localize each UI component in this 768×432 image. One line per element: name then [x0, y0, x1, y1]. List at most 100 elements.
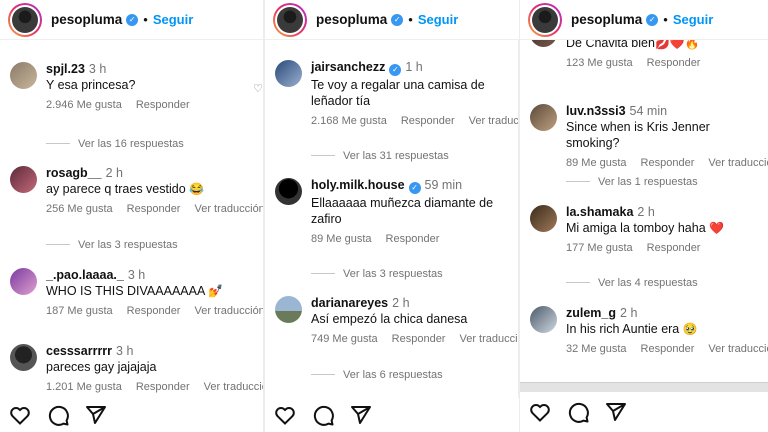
- horizontal-scrollbar[interactable]: [520, 382, 768, 392]
- view-replies-button[interactable]: Ver las 1 respuestas: [566, 176, 698, 188]
- action-bar: [520, 392, 768, 432]
- avatar[interactable]: [10, 166, 37, 193]
- likes-count[interactable]: 89 Me gusta: [311, 233, 372, 245]
- avatar[interactable]: [530, 104, 557, 131]
- profile-avatar[interactable]: [273, 2, 307, 37]
- profile-username[interactable]: pesopluma: [51, 12, 122, 27]
- avatar[interactable]: [530, 306, 557, 333]
- translate-button[interactable]: Ver traducción: [204, 381, 263, 393]
- translate-button[interactable]: Ver traducción: [708, 157, 768, 169]
- follow-button[interactable]: Seguir: [418, 12, 458, 27]
- laughing-emoji-icon: 😂: [189, 182, 205, 196]
- likes-count[interactable]: 32 Me gusta: [566, 343, 627, 355]
- view-replies-button[interactable]: Ver las 3 respuestas: [311, 268, 443, 280]
- like-heart-icon[interactable]: [8, 403, 32, 427]
- comment-list[interactable]: spjl.23 3 h Y esa princesa? 2.946 Me gust…: [0, 40, 263, 400]
- comment-icon[interactable]: [46, 403, 70, 427]
- verified-icon: ✓: [126, 13, 139, 26]
- avatar[interactable]: [530, 205, 557, 232]
- likes-count[interactable]: 123 Me gusta: [566, 57, 633, 69]
- comment-text: Ellaaaaaa muñezca diamante de zafiro: [311, 196, 494, 226]
- likes-count[interactable]: 2.946 Me gusta: [46, 99, 122, 111]
- likes-count[interactable]: 1.201 Me gusta: [46, 381, 122, 393]
- follow-button[interactable]: Seguir: [673, 12, 713, 27]
- comment-time: 3 h: [127, 268, 146, 282]
- likes-count[interactable]: 89 Me gusta: [566, 157, 627, 169]
- reply-button[interactable]: Responder: [386, 233, 440, 245]
- comment-username[interactable]: holy.milk.house: [311, 178, 405, 192]
- like-heart-icon[interactable]: [273, 403, 297, 427]
- likes-count[interactable]: 256 Me gusta: [46, 203, 113, 215]
- comment-username[interactable]: jairsanchezz: [311, 60, 385, 74]
- likes-count[interactable]: 749 Me gusta: [311, 333, 378, 345]
- profile-avatar[interactable]: [8, 2, 42, 37]
- comment-text: WHO IS THIS DIVAAAAAAA: [46, 284, 205, 298]
- reply-button[interactable]: Responder: [136, 99, 190, 111]
- comment-text: Since when is Kris Jenner smoking?: [566, 120, 710, 150]
- comment-username[interactable]: zulem_g: [566, 306, 616, 320]
- comment-username[interactable]: _.pao.laaaa._: [46, 268, 124, 282]
- like-heart-icon[interactable]: [528, 400, 552, 424]
- comment-username[interactable]: la.shamaka: [566, 205, 633, 219]
- comment-username[interactable]: rosagb__: [46, 166, 102, 180]
- profile-avatar[interactable]: [528, 2, 562, 37]
- view-replies-button[interactable]: Ver las 3 respuestas: [46, 239, 178, 251]
- comment-username[interactable]: luv.n3ssi3: [566, 104, 626, 118]
- comments-panel-3: pesopluma ✓ • Seguir De Chavita bien💋❤️🔥…: [520, 0, 768, 432]
- translate-button[interactable]: Ver traducción: [469, 115, 519, 127]
- reply-button[interactable]: Responder: [392, 333, 446, 345]
- reply-button[interactable]: Responder: [647, 57, 701, 69]
- translate-button[interactable]: Ver traducción: [708, 343, 768, 355]
- comment-list[interactable]: De Chavita bien💋❤️🔥 123 Me gusta Responde…: [520, 40, 768, 400]
- separator-dot: •: [143, 12, 148, 27]
- view-replies-button[interactable]: Ver las 31 respuestas: [311, 150, 449, 162]
- avatar[interactable]: [275, 60, 302, 87]
- likes-count[interactable]: 2.168 Me gusta: [311, 115, 387, 127]
- translate-button[interactable]: Ver traducción: [459, 333, 519, 345]
- like-heart-icon[interactable]: ♡: [253, 82, 263, 95]
- kiss-heart-fire-emoji-icon: 💋❤️🔥: [654, 40, 700, 50]
- avatar[interactable]: [275, 178, 302, 205]
- comment-icon[interactable]: [566, 400, 590, 424]
- likes-count[interactable]: 177 Me gusta: [566, 242, 633, 254]
- reply-button[interactable]: Responder: [641, 157, 695, 169]
- reply-button[interactable]: Responder: [127, 203, 181, 215]
- holding-tears-emoji-icon: 🥹: [682, 322, 698, 336]
- follow-button[interactable]: Seguir: [153, 12, 193, 27]
- view-replies-button[interactable]: Ver las 6 respuestas: [311, 369, 443, 381]
- post-header: pesopluma ✓ • Seguir: [265, 0, 519, 40]
- comment-time: 2 h: [105, 166, 123, 180]
- avatar[interactable]: [530, 40, 557, 47]
- share-icon[interactable]: [84, 403, 108, 427]
- reply-button[interactable]: Responder: [401, 115, 455, 127]
- reply-button[interactable]: Responder: [127, 305, 181, 317]
- view-replies-button[interactable]: Ver las 4 respuestas: [566, 277, 698, 289]
- comment-text: Mi amiga la tomboy haha: [566, 221, 706, 235]
- comment-username[interactable]: cesssarrrrr: [46, 344, 112, 358]
- comment-icon[interactable]: [311, 403, 335, 427]
- avatar[interactable]: [10, 344, 37, 371]
- translate-button[interactable]: Ver traducción: [194, 203, 263, 215]
- comment-list[interactable]: jairsanchezz ✓ 1 h Te voy a regalar una ca…: [265, 40, 519, 400]
- comment-time: 59 min: [424, 178, 463, 192]
- reply-button[interactable]: Responder: [641, 343, 695, 355]
- comment-time: 2 h: [392, 296, 410, 310]
- avatar[interactable]: [10, 268, 37, 295]
- avatar[interactable]: [275, 296, 302, 323]
- comment-username[interactable]: spjl.23: [46, 62, 85, 76]
- comment-text: Así empezó la chica danesa: [311, 312, 468, 326]
- share-icon[interactable]: [349, 403, 373, 427]
- profile-username[interactable]: pesopluma: [571, 12, 642, 27]
- reply-button[interactable]: Responder: [136, 381, 190, 393]
- profile-username[interactable]: pesopluma: [316, 12, 387, 27]
- translate-button[interactable]: Ver traducción: [194, 305, 263, 317]
- comment-time: 3 h: [116, 344, 134, 358]
- likes-count[interactable]: 187 Me gusta: [46, 305, 113, 317]
- avatar[interactable]: [10, 62, 37, 89]
- comment-username[interactable]: darianareyes: [311, 296, 388, 310]
- share-icon[interactable]: [604, 400, 628, 424]
- view-replies-button[interactable]: Ver las 16 respuestas: [46, 138, 184, 150]
- comment-text: Te voy a regalar una camisa de leñador t…: [311, 78, 485, 108]
- action-bar: [265, 398, 519, 432]
- reply-button[interactable]: Responder: [647, 242, 701, 254]
